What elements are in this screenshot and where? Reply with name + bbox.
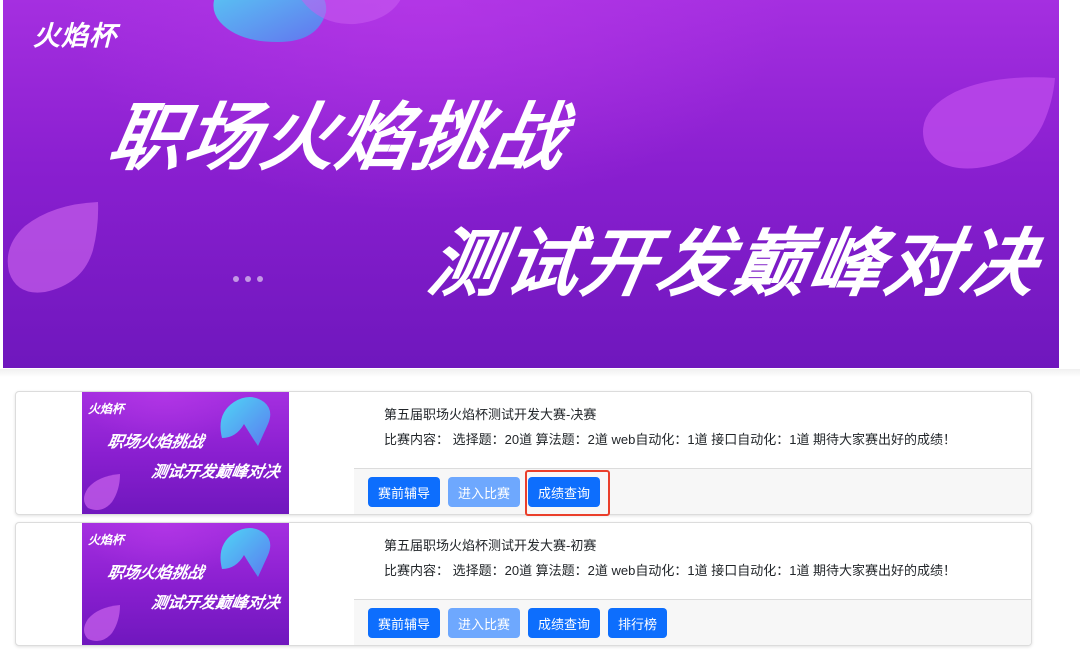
thumb-blob-decor [84,605,120,641]
thumb-swoosh-decor [220,528,271,577]
decor-blob-left [7,202,99,293]
decor-swoosh-top-right [301,0,401,25]
thumb-headline: 职场火焰挑战 [106,563,206,582]
thumb-blob-decor [84,474,120,510]
contest-description: 比赛内容： 选择题：20道 算法题：2道 web自动化：1道 接口自动化：1道 … [384,563,957,578]
enter-contest-button[interactable]: 进入比赛 [448,608,521,638]
thumb-swoosh-decor [220,397,271,446]
banner-divider [0,369,1080,377]
banner-headline: 职场火焰挑战 [102,95,574,181]
contest-description: 比赛内容： 选择题：20道 算法题：2道 web自动化：1道 接口自动化：1道 … [384,432,957,447]
thumb-headline: 职场火焰挑战 [106,432,206,451]
banner-brand-logo: 火焰杯 [33,21,117,52]
contest-thumbnail[interactable]: 火焰杯 职场火焰挑战 测试开发巅峰对决 [82,392,289,514]
carousel-dot[interactable] [233,276,239,282]
thumb-brand: 火焰杯 [88,402,125,416]
leaderboard-button[interactable]: 排行榜 [608,608,668,638]
contest-thumbnail[interactable]: 火焰杯 职场火焰挑战 测试开发巅峰对决 [82,523,289,645]
decor-blob-right [923,77,1055,169]
thumb-subheadline: 测试开发巅峰对决 [150,462,282,481]
contest-info: 第五届职场火焰杯测试开发大赛-决赛 比赛内容： 选择题：20道 算法题：2道 w… [368,392,1031,470]
carousel-dot[interactable] [257,276,263,282]
carousel-indicators[interactable] [233,276,263,282]
hero-banner[interactable]: 火焰杯 职场火焰挑战 测试开发巅峰对决 [3,0,1059,368]
banner-subheadline: 测试开发巅峰对决 [422,221,1046,307]
coaching-button[interactable]: 赛前辅导 [368,477,441,507]
contest-actions: 赛前辅导 进入比赛 成绩查询 [354,468,1031,514]
results-query-button[interactable]: 成绩查询 [528,477,601,507]
contest-title: 第五届职场火焰杯测试开发大赛-初赛 [384,538,597,553]
contest-card: 火焰杯 职场火焰挑战 测试开发巅峰对决 第五届职场火焰杯测试开发大赛-初赛 比赛… [15,522,1032,646]
contest-title: 第五届职场火焰杯测试开发大赛-决赛 [384,407,597,422]
enter-contest-button[interactable]: 进入比赛 [448,477,521,507]
contest-card: 火焰杯 职场火焰挑战 测试开发巅峰对决 第五届职场火焰杯测试开发大赛-决赛 比赛… [15,391,1032,515]
contest-actions: 赛前辅导 进入比赛 成绩查询 排行榜 [354,599,1031,645]
carousel-dot[interactable] [245,276,251,282]
thumb-brand: 火焰杯 [88,533,125,547]
thumb-subheadline: 测试开发巅峰对决 [150,593,282,612]
coaching-button[interactable]: 赛前辅导 [368,608,441,638]
contest-info: 第五届职场火焰杯测试开发大赛-初赛 比赛内容： 选择题：20道 算法题：2道 w… [368,523,1031,601]
results-query-button[interactable]: 成绩查询 [528,608,601,638]
